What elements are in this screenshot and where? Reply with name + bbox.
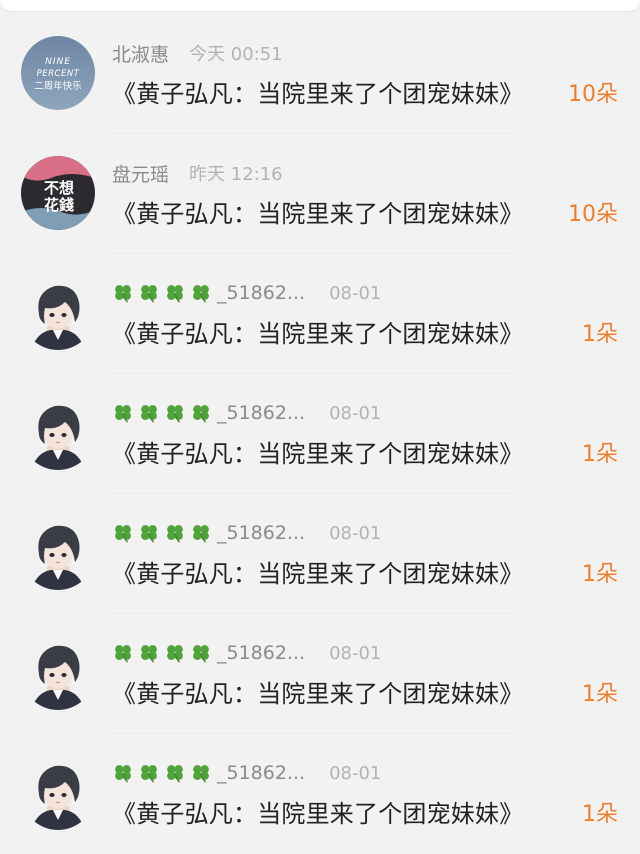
timestamp: 昨天 12:16 [189, 164, 283, 185]
list-item[interactable]: _51862... 08-01 《黄子弘凡：当院里来了个团宠妹妹》 1朵 [0, 734, 640, 854]
item-meta: _51862... 08-01 [112, 280, 381, 306]
list-item[interactable]: _51862... 08-01 《黄子弘凡：当院里来了个团宠妹妹》 1朵 [0, 374, 640, 494]
list-item[interactable]: _51862... 08-01 《黄子弘凡：当院里来了个团宠妹妹》 1朵 [0, 254, 640, 374]
four-leaf-clover-icon [141, 405, 157, 423]
four-leaf-clover-icon [115, 525, 131, 543]
item-meta: 盘元瑶 昨天 12:16 [112, 160, 283, 186]
four-leaf-clover-icon [115, 285, 131, 303]
username[interactable]: _51862... [217, 642, 305, 664]
four-leaf-clover-icon [193, 645, 209, 663]
username[interactable]: _51862... [217, 402, 305, 424]
avatar[interactable] [21, 396, 95, 470]
anime-boy-avatar [21, 756, 95, 830]
timestamp: 08-01 [329, 282, 382, 304]
flower-count: 1朵 [582, 322, 618, 347]
flower-count: 1朵 [582, 562, 618, 587]
username[interactable]: 北淑惠 [112, 40, 169, 67]
flower-count: 10朵 [568, 82, 618, 107]
avatar-text-line1: 不想 [44, 179, 74, 197]
anime-boy-avatar [21, 276, 95, 350]
four-leaf-clover-icon [193, 405, 209, 423]
anime-boy-avatar [21, 516, 95, 590]
timestamp: 08-01 [329, 762, 382, 784]
four-leaf-clover-icon [193, 765, 209, 783]
flower-count: 1朵 [582, 442, 618, 467]
four-leaf-clover-icon [141, 645, 157, 663]
item-meta: _51862... 08-01 [112, 760, 381, 786]
four-leaf-clover-icon [141, 765, 157, 783]
previous-card-edge [0, 0, 640, 12]
username[interactable]: 盘元瑶 [112, 160, 169, 187]
item-meta: _51862... 08-01 [112, 520, 381, 546]
four-leaf-clover-icon [141, 525, 157, 543]
four-leaf-clover-icon [167, 645, 183, 663]
calligraphy-avatar: 不想 花錢 [21, 156, 95, 230]
four-leaf-clover-icon [115, 405, 131, 423]
timestamp: 今天 00:51 [189, 44, 283, 65]
item-meta: _51862... 08-01 [112, 400, 381, 426]
gift-message[interactable]: 《黄子弘凡：当院里来了个团宠妹妹》 [112, 674, 523, 709]
avatar[interactable] [21, 276, 95, 350]
clover-badges [112, 282, 216, 304]
avatar-logo-line3: 二周年快乐 [34, 80, 82, 92]
clover-badges [112, 642, 216, 664]
list-item[interactable]: 不想 花錢 盘元瑶 昨天 12:16 《黄子弘凡：当院里来了个团宠妹妹》 10朵 [0, 134, 640, 254]
four-leaf-clover-icon [193, 525, 209, 543]
avatar-text-line2: 花錢 [44, 196, 74, 214]
anime-boy-avatar [21, 636, 95, 710]
avatar-logo-line2: PERCENT [37, 69, 80, 79]
gift-message[interactable]: 《黄子弘凡：当院里来了个团宠妹妹》 [112, 314, 523, 349]
clover-badges [112, 402, 216, 424]
username[interactable]: _51862... [217, 282, 305, 304]
four-leaf-clover-icon [167, 525, 183, 543]
gift-message[interactable]: 《黄子弘凡：当院里来了个团宠妹妹》 [112, 794, 523, 829]
timestamp: 08-01 [329, 642, 382, 664]
avatar[interactable] [21, 516, 95, 590]
item-meta: 北淑惠 今天 00:51 [112, 40, 283, 66]
avatar[interactable] [21, 636, 95, 710]
list-item[interactable]: NINE PERCENT 二周年快乐 北淑惠 今天 00:51 《黄子弘凡：当院… [0, 14, 640, 134]
four-leaf-clover-icon [115, 765, 131, 783]
avatar[interactable]: 不想 花錢 [21, 156, 95, 230]
nine-percent-logo-avatar: NINE PERCENT 二周年快乐 [21, 36, 95, 110]
four-leaf-clover-icon [115, 645, 131, 663]
avatar-logo-line1: NINE [45, 57, 71, 67]
item-meta: _51862... 08-01 [112, 640, 381, 666]
avatar[interactable] [21, 756, 95, 830]
four-leaf-clover-icon [193, 285, 209, 303]
clover-badges [112, 762, 216, 784]
four-leaf-clover-icon [167, 765, 183, 783]
clover-badges [112, 522, 216, 544]
gift-message[interactable]: 《黄子弘凡：当院里来了个团宠妹妹》 [112, 554, 523, 589]
gift-record-list[interactable]: NINE PERCENT 二周年快乐 北淑惠 今天 00:51 《黄子弘凡：当院… [0, 14, 640, 836]
flower-count: 1朵 [582, 802, 618, 827]
username[interactable]: _51862... [217, 522, 305, 544]
four-leaf-clover-icon [167, 285, 183, 303]
timestamp: 08-01 [329, 402, 382, 424]
gift-message[interactable]: 《黄子弘凡：当院里来了个团宠妹妹》 [112, 74, 523, 109]
list-item[interactable]: _51862... 08-01 《黄子弘凡：当院里来了个团宠妹妹》 1朵 [0, 494, 640, 614]
flower-count: 1朵 [582, 682, 618, 707]
flower-count: 10朵 [568, 202, 618, 227]
anime-boy-avatar [21, 396, 95, 470]
four-leaf-clover-icon [141, 285, 157, 303]
gift-message[interactable]: 《黄子弘凡：当院里来了个团宠妹妹》 [112, 194, 523, 229]
list-item[interactable]: _51862... 08-01 《黄子弘凡：当院里来了个团宠妹妹》 1朵 [0, 614, 640, 734]
username[interactable]: _51862... [217, 762, 305, 784]
four-leaf-clover-icon [167, 405, 183, 423]
avatar[interactable]: NINE PERCENT 二周年快乐 [21, 36, 95, 110]
timestamp: 08-01 [329, 522, 382, 544]
gift-message[interactable]: 《黄子弘凡：当院里来了个团宠妹妹》 [112, 434, 523, 469]
